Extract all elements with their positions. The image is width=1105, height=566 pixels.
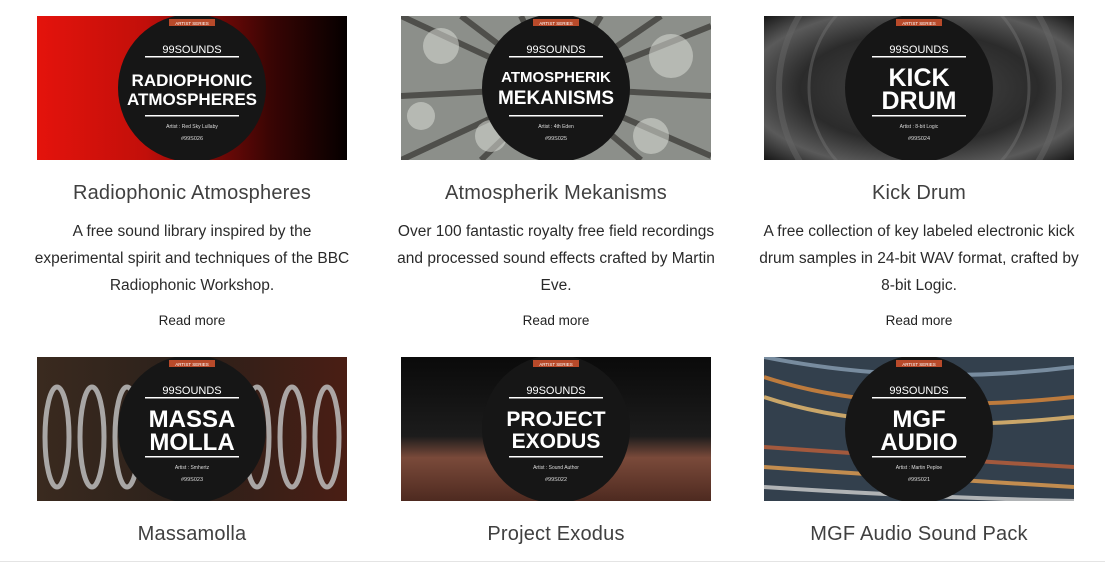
product-card-kick-drum: ARTIST SERIES 99SOUNDS KICK DRUM Artist … — [759, 16, 1079, 328]
card-description: Over 100 fantastic royalty free field re… — [397, 223, 715, 294]
product-card-massamolla: ARTIST SERIES 99SOUNDS MASSA MOLLA Artis… — [37, 357, 347, 545]
badge-series-label: ARTIST SERIES — [175, 21, 209, 26]
product-grid: ARTIST SERIES 99SOUNDS RADIOPHONIC ATMOS… — [0, 0, 1105, 566]
bottom-divider — [0, 561, 1105, 562]
read-more-link-wrapper: Read more — [764, 313, 1074, 328]
badge-title-line1: RADIOPHONIC — [132, 71, 253, 90]
badge-brand: 99SOUNDS — [889, 385, 948, 397]
badge-brand: 99SOUNDS — [526, 385, 585, 397]
card-description: A free collection of key labeled electro… — [759, 223, 1079, 294]
badge-artist: Artist : 8-bit Logic — [900, 124, 939, 130]
badge-brand: 99SOUNDS — [162, 44, 221, 56]
badge-brand: 99SOUNDS — [162, 385, 221, 397]
cover-image-massamolla[interactable]: ARTIST SERIES 99SOUNDS MASSA MOLLA Artis… — [37, 357, 347, 501]
card-title[interactable]: Atmospherik Mekanisms — [401, 182, 711, 205]
badge-artist: Artist : 4th Eden — [538, 124, 574, 130]
badge-brand: 99SOUNDS — [889, 44, 948, 56]
product-card-mgf-audio-sound-pack: ARTIST SERIES 99SOUNDS MGF AUDIO Artist … — [764, 357, 1074, 545]
card-title[interactable]: Kick Drum — [764, 182, 1074, 205]
badge-series-label: ARTIST SERIES — [539, 21, 573, 26]
cover-image-radiophonic-atmospheres[interactable]: ARTIST SERIES 99SOUNDS RADIOPHONIC ATMOS… — [37, 16, 347, 160]
cover-image-atmospherik-mekanisms[interactable]: ARTIST SERIES 99SOUNDS ATMOSPHERIK MEKAN… — [401, 16, 711, 160]
badge-artist: Artist : Martin Peploe — [896, 465, 943, 471]
badge-artist: Artist : Red Sky Lullaby — [166, 124, 218, 130]
badge-title-line2: MEKANISMS — [498, 88, 614, 109]
card-title[interactable]: Massamolla — [37, 523, 347, 546]
cover-image-mgf-audio[interactable]: ARTIST SERIES 99SOUNDS MGF AUDIO Artist … — [764, 357, 1074, 501]
badge-series-label: ARTIST SERIES — [539, 362, 573, 367]
read-more-link[interactable]: Read more — [886, 313, 953, 328]
badge-code: #99S022 — [545, 477, 567, 483]
read-more-link[interactable]: Read more — [523, 313, 590, 328]
badge-title-line2: EXODUS — [512, 430, 601, 453]
badge-title-line1: ATMOSPHERIK — [501, 69, 611, 86]
product-card-radiophonic-atmospheres: ARTIST SERIES 99SOUNDS RADIOPHONIC ATMOS… — [35, 16, 349, 328]
badge-code: #99S021 — [908, 477, 930, 483]
badge-title-line1: PROJECT — [506, 408, 605, 431]
badge-title-line2: ATMOSPHERES — [127, 90, 257, 109]
read-more-link-wrapper: Read more — [37, 313, 347, 328]
cover-image-project-exodus[interactable]: ARTIST SERIES 99SOUNDS PROJECT EXODUS Ar… — [401, 357, 711, 501]
badge-title-line2: AUDIO — [880, 429, 957, 456]
badge-artist: Artist : Smhertz — [175, 465, 210, 471]
card-title[interactable]: Project Exodus — [401, 523, 711, 546]
badge-code: #99S024 — [908, 136, 930, 142]
product-card-project-exodus: ARTIST SERIES 99SOUNDS PROJECT EXODUS Ar… — [401, 357, 711, 545]
badge-title-line2: MOLLA — [149, 429, 234, 456]
badge-code: #99S023 — [181, 477, 203, 483]
read-more-link-wrapper: Read more — [401, 313, 711, 328]
badge-code: #99S026 — [181, 136, 203, 142]
card-title[interactable]: MGF Audio Sound Pack — [764, 523, 1074, 546]
badge-series-label: ARTIST SERIES — [175, 362, 209, 367]
badge-brand: 99SOUNDS — [526, 44, 585, 56]
badge-series-label: ARTIST SERIES — [902, 362, 936, 367]
badge-code: #99S025 — [545, 136, 567, 142]
product-card-atmospherik-mekanisms: ARTIST SERIES 99SOUNDS ATMOSPHERIK MEKAN… — [397, 16, 715, 328]
card-title[interactable]: Radiophonic Atmospheres — [37, 182, 347, 205]
read-more-link[interactable]: Read more — [159, 313, 226, 328]
badge-artist: Artist : Sound Author — [533, 465, 579, 471]
cover-image-kick-drum[interactable]: ARTIST SERIES 99SOUNDS KICK DRUM Artist … — [764, 16, 1074, 160]
badge-title-line2: DRUM — [882, 87, 957, 115]
badge-series-label: ARTIST SERIES — [902, 21, 936, 26]
card-description: A free sound library inspired by the exp… — [34, 223, 350, 294]
